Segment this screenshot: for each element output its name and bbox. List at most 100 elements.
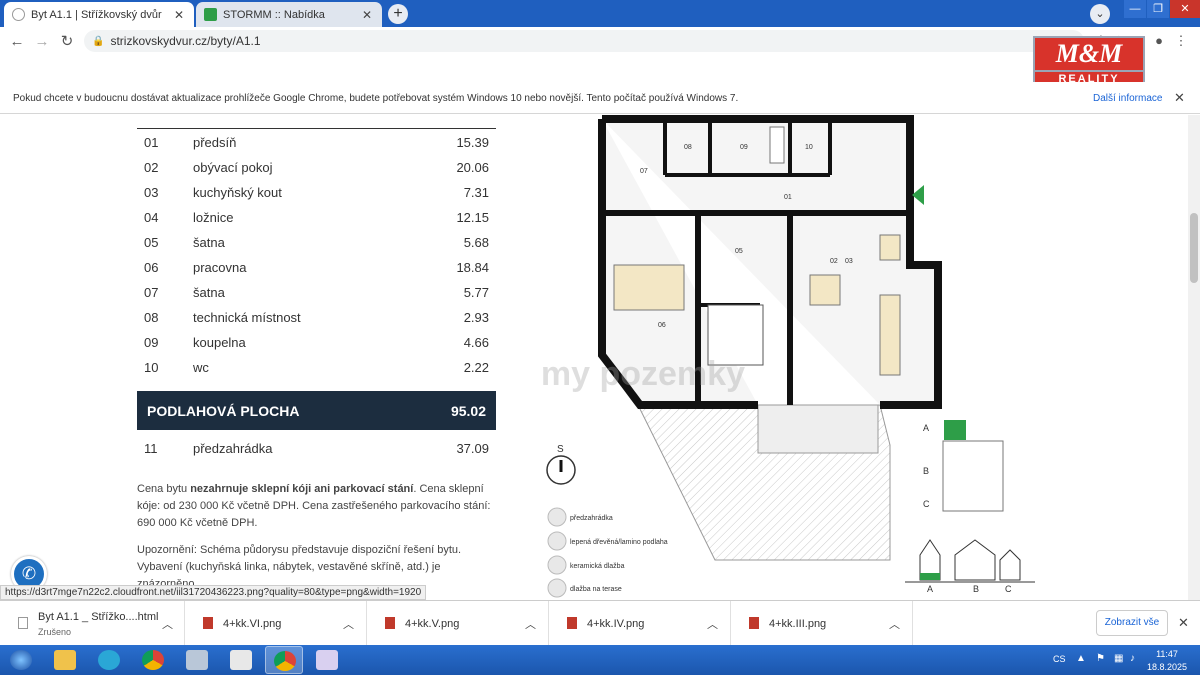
chevron-up-icon[interactable]: ︿: [525, 616, 536, 632]
taskbar-explorer[interactable]: [46, 646, 84, 674]
room-name: koupelna: [193, 335, 246, 350]
start-button[interactable]: [2, 646, 40, 674]
new-tab-button[interactable]: +: [388, 4, 408, 24]
tray-expand-icon[interactable]: ▲: [1076, 653, 1086, 664]
close-icon[interactable]: ✕: [360, 8, 374, 22]
room-area: 2.22: [463, 360, 489, 375]
page-scrollbar[interactable]: [1188, 115, 1200, 600]
svg-text:S: S: [557, 444, 564, 455]
stormm-favicon-icon: [204, 8, 217, 21]
room-name: předsíň: [193, 135, 237, 150]
room-area: 2.93: [463, 310, 489, 325]
address-bar[interactable]: 🔒 strizkovskydvur.cz/byty/A1.1: [84, 30, 1084, 52]
language-indicator[interactable]: CS: [1053, 654, 1066, 664]
status-url-bubble: https://d3rt7mge7n22c2.cloudfront.net/ii…: [0, 585, 427, 600]
svg-text:dlažba na terase: dlažba na terase: [570, 586, 622, 593]
download-item[interactable]: Byt A1.1 _ Střížko....html Zrušeno ︿: [0, 601, 185, 646]
table-row: 10 wc 2.22: [137, 354, 496, 379]
taskbar-chrome[interactable]: [134, 646, 172, 674]
svg-text:10: 10: [805, 144, 813, 151]
table-row: 09 koupelna 4.66: [137, 329, 496, 354]
chevron-up-icon[interactable]: ︿: [343, 616, 354, 632]
window-controls: — ❐ ✕: [1123, 0, 1200, 18]
room-name: wc: [193, 360, 209, 375]
windows-orb-icon: [10, 650, 32, 670]
maximize-icon[interactable]: ❐: [1147, 0, 1169, 18]
room-area: 4.66: [463, 335, 489, 350]
tab-search-button[interactable]: ⌄: [1090, 4, 1110, 24]
svg-text:02: 02: [830, 258, 838, 265]
volume-icon[interactable]: ♪: [1130, 653, 1135, 664]
room-num: 05: [144, 235, 159, 250]
table-row: 01 předsíň 15.39: [137, 129, 496, 154]
page-icon: [12, 8, 25, 21]
room-area: 5.77: [463, 285, 489, 300]
chevron-up-icon[interactable]: ︿: [889, 616, 900, 632]
update-infobar: Pokud chcete v budoucnu dostávat aktuali…: [0, 82, 1200, 114]
svg-text:09: 09: [740, 144, 748, 151]
minimize-icon[interactable]: —: [1124, 0, 1146, 18]
show-all-button[interactable]: Zobrazit vše: [1096, 610, 1168, 636]
svg-text:C: C: [1005, 584, 1012, 594]
room-num: 01: [144, 135, 159, 150]
scrollbar-thumb[interactable]: [1190, 213, 1198, 283]
table-row: 06 pracovna 18.84: [137, 254, 496, 279]
forward-arrow-icon[interactable]: →: [31, 31, 53, 53]
close-icon[interactable]: ✕: [172, 8, 186, 22]
terrace: [757, 404, 879, 454]
svg-text:03: 03: [845, 258, 853, 265]
tab-byt-a1[interactable]: Byt A1.1 | Střížkovský dvůr ✕: [4, 2, 194, 27]
more-info-link[interactable]: Další informace: [1093, 93, 1162, 104]
svg-text:byty domy pozemky: byty domy pozemky: [540, 355, 745, 393]
chevron-up-icon[interactable]: ︿: [162, 616, 173, 632]
table-row: 04 ložnice 12.15: [137, 204, 496, 229]
infobar-close-icon[interactable]: ✕: [1174, 90, 1185, 106]
room-num: 09: [144, 335, 159, 350]
tab-stormm[interactable]: STORMM :: Nabídka ✕: [196, 2, 382, 27]
network-icon[interactable]: ▦: [1114, 653, 1123, 664]
room-name: technická místnost: [193, 310, 301, 325]
reload-icon[interactable]: ↻: [56, 31, 78, 53]
tab-title: STORMM :: Nabídka: [223, 8, 325, 21]
room-name: pracovna: [193, 260, 247, 275]
svg-text:B: B: [923, 466, 929, 476]
clock-time[interactable]: 11:47: [1145, 649, 1189, 659]
svg-text:01: 01: [784, 194, 792, 201]
room-area: 5.68: [463, 235, 489, 250]
download-item[interactable]: 4+kk.V.png ︿: [367, 601, 549, 646]
floor-plan: 01 02 03 05 06 07 08 09 10 byty domy poz…: [540, 115, 1035, 598]
clock-date[interactable]: 18.8.2025: [1143, 662, 1191, 672]
chevron-up-icon[interactable]: ︿: [707, 616, 718, 632]
downloads-close-icon[interactable]: ✕: [1178, 615, 1189, 631]
taskbar-app[interactable]: [178, 646, 216, 674]
svg-text:06: 06: [658, 322, 666, 329]
table-row: 05 šatna 5.68: [137, 229, 496, 254]
room-area: 7.31: [463, 185, 489, 200]
browser-toolbar: ← → ↻ 🔒 strizkovskydvur.cz/byty/A1.1 ⇪ ☆…: [0, 27, 1200, 56]
url-text: strizkovskydvur.cz/byty/A1.1: [110, 34, 261, 48]
menu-kebab-icon[interactable]: ⋮: [1172, 32, 1190, 50]
taskbar-edge[interactable]: [90, 646, 128, 674]
taskbar-chrome-active[interactable]: [265, 646, 303, 674]
image-file-icon: [567, 617, 577, 629]
download-item[interactable]: 4+kk.IV.png ︿: [549, 601, 731, 646]
table-row: 03 kuchyňský kout 7.31: [137, 179, 496, 204]
window-close-icon[interactable]: ✕: [1170, 0, 1200, 18]
taskbar-calculator[interactable]: [222, 646, 260, 674]
flag-icon[interactable]: ⚑: [1096, 653, 1105, 664]
document-icon: [186, 650, 208, 670]
svg-text:A: A: [923, 423, 929, 433]
profile-avatar-icon[interactable]: ●: [1150, 32, 1168, 50]
lock-icon: 🔒: [92, 35, 105, 47]
room-num: 06: [144, 260, 159, 275]
image-file-icon: [749, 617, 759, 629]
download-item[interactable]: 4+kk.III.png ︿: [731, 601, 913, 646]
calculator-icon: [230, 650, 252, 670]
table-row: 08 technická místnost 2.93: [137, 304, 496, 329]
room-num: 03: [144, 185, 159, 200]
taskbar-paint[interactable]: [308, 646, 346, 674]
room-area: 18.84: [456, 260, 489, 275]
download-item[interactable]: 4+kk.VI.png ︿: [185, 601, 367, 646]
svg-text:C: C: [923, 499, 930, 509]
back-arrow-icon[interactable]: ←: [6, 31, 28, 53]
